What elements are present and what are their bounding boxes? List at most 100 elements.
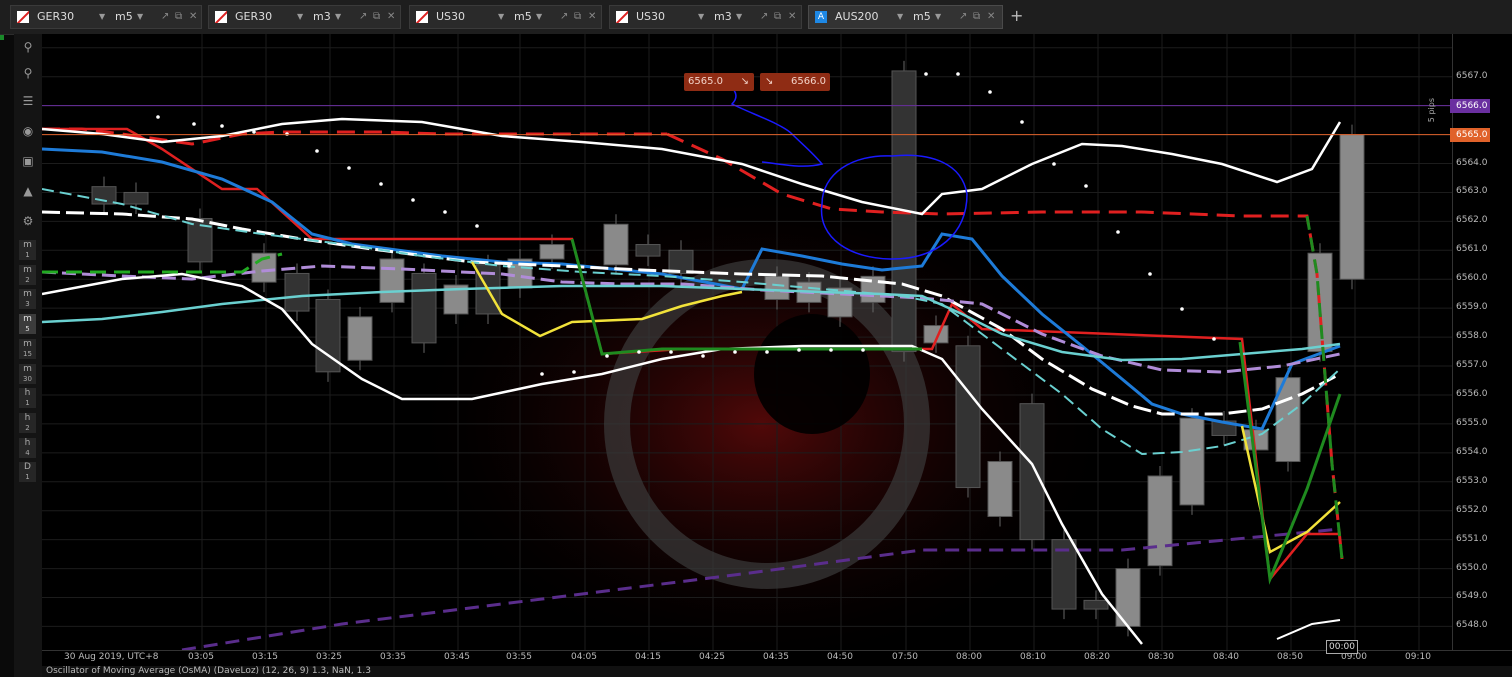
tab-ger30-m5[interactable]: GER30 ▼ m5 ▼ ↗ ⧉ ✕ bbox=[10, 5, 202, 29]
candle-body bbox=[1147, 475, 1173, 567]
symbol-dropdown-icon[interactable]: ▼ bbox=[498, 6, 504, 28]
detach-icon[interactable]: ↗ bbox=[959, 6, 967, 28]
candle-body bbox=[347, 316, 373, 361]
symbol-dropdown-icon[interactable]: ▼ bbox=[897, 6, 903, 28]
tab-timeframe[interactable]: m5 bbox=[913, 6, 931, 28]
time-tick: 04:05 bbox=[571, 652, 597, 662]
add-tab-button[interactable]: + bbox=[1010, 6, 1023, 26]
timeframe-dropdown-icon[interactable]: ▼ bbox=[137, 6, 143, 28]
fractal-dot bbox=[572, 370, 576, 374]
fractal-dot bbox=[1180, 307, 1184, 311]
tf-number: 1 bbox=[25, 473, 30, 482]
duplicate-icon[interactable]: ⧉ bbox=[373, 6, 380, 28]
time-tick: 08:00 bbox=[956, 652, 982, 662]
price-tick: 6550.0 bbox=[1456, 562, 1488, 573]
settings-icon[interactable]: ⚙ bbox=[19, 212, 37, 230]
close-icon[interactable]: ✕ bbox=[189, 6, 197, 28]
timeframe-button-m1[interactable]: m1 bbox=[19, 240, 36, 260]
timeframe-dropdown-icon[interactable]: ▼ bbox=[335, 6, 341, 28]
tab-symbol: GER30 bbox=[235, 10, 273, 23]
tf-number: 1 bbox=[25, 251, 30, 259]
chart-type-icon[interactable]: ☰ bbox=[19, 92, 37, 110]
template-icon[interactable]: ▲ bbox=[19, 182, 37, 200]
symbol-icon bbox=[416, 11, 428, 23]
tab-us30-m3[interactable]: US30 ▼ m3 ▼ ↗ ⧉ ✕ bbox=[609, 5, 802, 29]
fractal-dot bbox=[1212, 337, 1216, 341]
tab-ger30-m3[interactable]: GER30 ▼ m3 ▼ ↗ ⧉ ✕ bbox=[208, 5, 401, 29]
tab-timeframe[interactable]: m5 bbox=[115, 6, 133, 28]
price-chart[interactable]: 6565.0 ↘ ↘ 6566.0 ↗ bbox=[42, 34, 1452, 650]
timeframe-dropdown-icon[interactable]: ▼ bbox=[736, 6, 742, 28]
fractal-dot bbox=[220, 124, 224, 128]
timeframe-button-D1[interactable]: D1 bbox=[19, 462, 36, 483]
watermark-hole bbox=[754, 314, 870, 434]
fractal-dot bbox=[192, 122, 196, 126]
candle-body bbox=[1179, 417, 1205, 506]
facebook-icon[interactable]: ◉ bbox=[19, 122, 37, 140]
timeframe-button-m30[interactable]: m 30 bbox=[19, 363, 36, 384]
price-tick: 6560.0 bbox=[1456, 273, 1488, 284]
tab-us30-m5[interactable]: US30 ▼ m5 ▼ ↗ ⧉ ✕ bbox=[409, 5, 602, 29]
tab-timeframe[interactable]: m3 bbox=[714, 6, 732, 28]
zoom-in-icon[interactable]: ⚲ bbox=[19, 38, 37, 56]
timeframe-button-m2[interactable]: m2 bbox=[19, 264, 36, 285]
close-icon[interactable]: ✕ bbox=[987, 6, 995, 28]
fractal-dot bbox=[475, 224, 479, 228]
time-tick: 04:15 bbox=[635, 652, 661, 662]
fractal-dot bbox=[701, 354, 705, 358]
snapshot-icon[interactable]: ▣ bbox=[19, 152, 37, 170]
time-tick: 08:30 bbox=[1148, 652, 1174, 662]
duplicate-icon[interactable]: ⧉ bbox=[973, 6, 980, 28]
chart-tab-bar: GER30 ▼ m5 ▼ ↗ ⧉ ✕ GER30 ▼ m3 ▼ ↗ ⧉ ✕ US30 ▼ m5 ▼ ↗ ⧉ ✕ US30 ▼… bbox=[0, 0, 1512, 35]
close-icon[interactable]: ✕ bbox=[788, 6, 796, 28]
symbol-dropdown-icon[interactable]: ▼ bbox=[99, 6, 105, 28]
time-tick: 08:50 bbox=[1277, 652, 1303, 662]
tab-aus200-m5[interactable]: A AUS200 ▼ m5 ▼ ↗ ⧉ ✕ bbox=[808, 5, 1003, 29]
symbol-dropdown-icon[interactable]: ▼ bbox=[698, 6, 704, 28]
ask-price-tag: 6566.0 bbox=[1450, 98, 1490, 113]
timeframe-dropdown-icon[interactable]: ▼ bbox=[935, 6, 941, 28]
fractal-dot bbox=[637, 350, 641, 354]
sell-button[interactable]: 6565.0 ↘ bbox=[684, 73, 754, 91]
buy-button[interactable]: ↘ 6566.0 bbox=[760, 73, 830, 91]
timeframe-button-h2[interactable]: h2 bbox=[19, 412, 36, 433]
timeframe-button-h4[interactable]: h4 bbox=[19, 437, 36, 458]
price-tick: 6552.0 bbox=[1456, 504, 1488, 515]
time-tick: 04:35 bbox=[763, 652, 789, 662]
timeframe-button-m5[interactable]: m5 bbox=[19, 314, 36, 335]
tf-number: 5 bbox=[25, 325, 30, 334]
candle-body bbox=[955, 345, 981, 489]
time-tick: 03:15 bbox=[252, 652, 278, 662]
time-tick: 03:25 bbox=[316, 652, 342, 662]
detach-icon[interactable]: ↗ bbox=[359, 6, 367, 28]
buy-arrow-icon: ↘ bbox=[765, 76, 774, 87]
timeframe-dropdown-icon[interactable]: ▼ bbox=[536, 6, 542, 28]
fractal-dot bbox=[605, 354, 609, 358]
detach-icon[interactable]: ↗ bbox=[161, 6, 169, 28]
tf-number: 3 bbox=[25, 300, 30, 309]
close-icon[interactable]: ✕ bbox=[588, 6, 596, 28]
duplicate-icon[interactable]: ⧉ bbox=[175, 6, 182, 28]
price-tick: 6558.0 bbox=[1456, 331, 1488, 342]
symbol-icon: A bbox=[815, 11, 827, 23]
fractal-dot bbox=[1052, 162, 1056, 166]
timeframe-button-m15[interactable]: m 15 bbox=[19, 338, 36, 359]
candle-body bbox=[635, 244, 661, 257]
chart-canvas[interactable] bbox=[42, 34, 1452, 650]
zoom-out-icon[interactable]: ⚲ bbox=[19, 64, 37, 82]
detach-icon[interactable]: ↗ bbox=[560, 6, 568, 28]
symbol-dropdown-icon[interactable]: ▼ bbox=[297, 6, 303, 28]
price-axis[interactable] bbox=[1452, 34, 1512, 650]
close-icon[interactable]: ✕ bbox=[387, 6, 395, 28]
tab-timeframe[interactable]: m3 bbox=[313, 6, 331, 28]
tf-letter: m bbox=[23, 338, 32, 349]
timeframe-button-m3[interactable]: m3 bbox=[19, 289, 36, 310]
duplicate-icon[interactable]: ⧉ bbox=[774, 6, 781, 28]
duplicate-icon[interactable]: ⧉ bbox=[574, 6, 581, 28]
timeframe-button-h1[interactable]: h1 bbox=[19, 388, 36, 409]
symbol-icon bbox=[17, 11, 29, 23]
detach-icon[interactable]: ↗ bbox=[760, 6, 768, 28]
tf-number: 15 bbox=[23, 349, 32, 358]
tab-timeframe[interactable]: m5 bbox=[514, 6, 532, 28]
fractal-dot bbox=[347, 166, 351, 170]
